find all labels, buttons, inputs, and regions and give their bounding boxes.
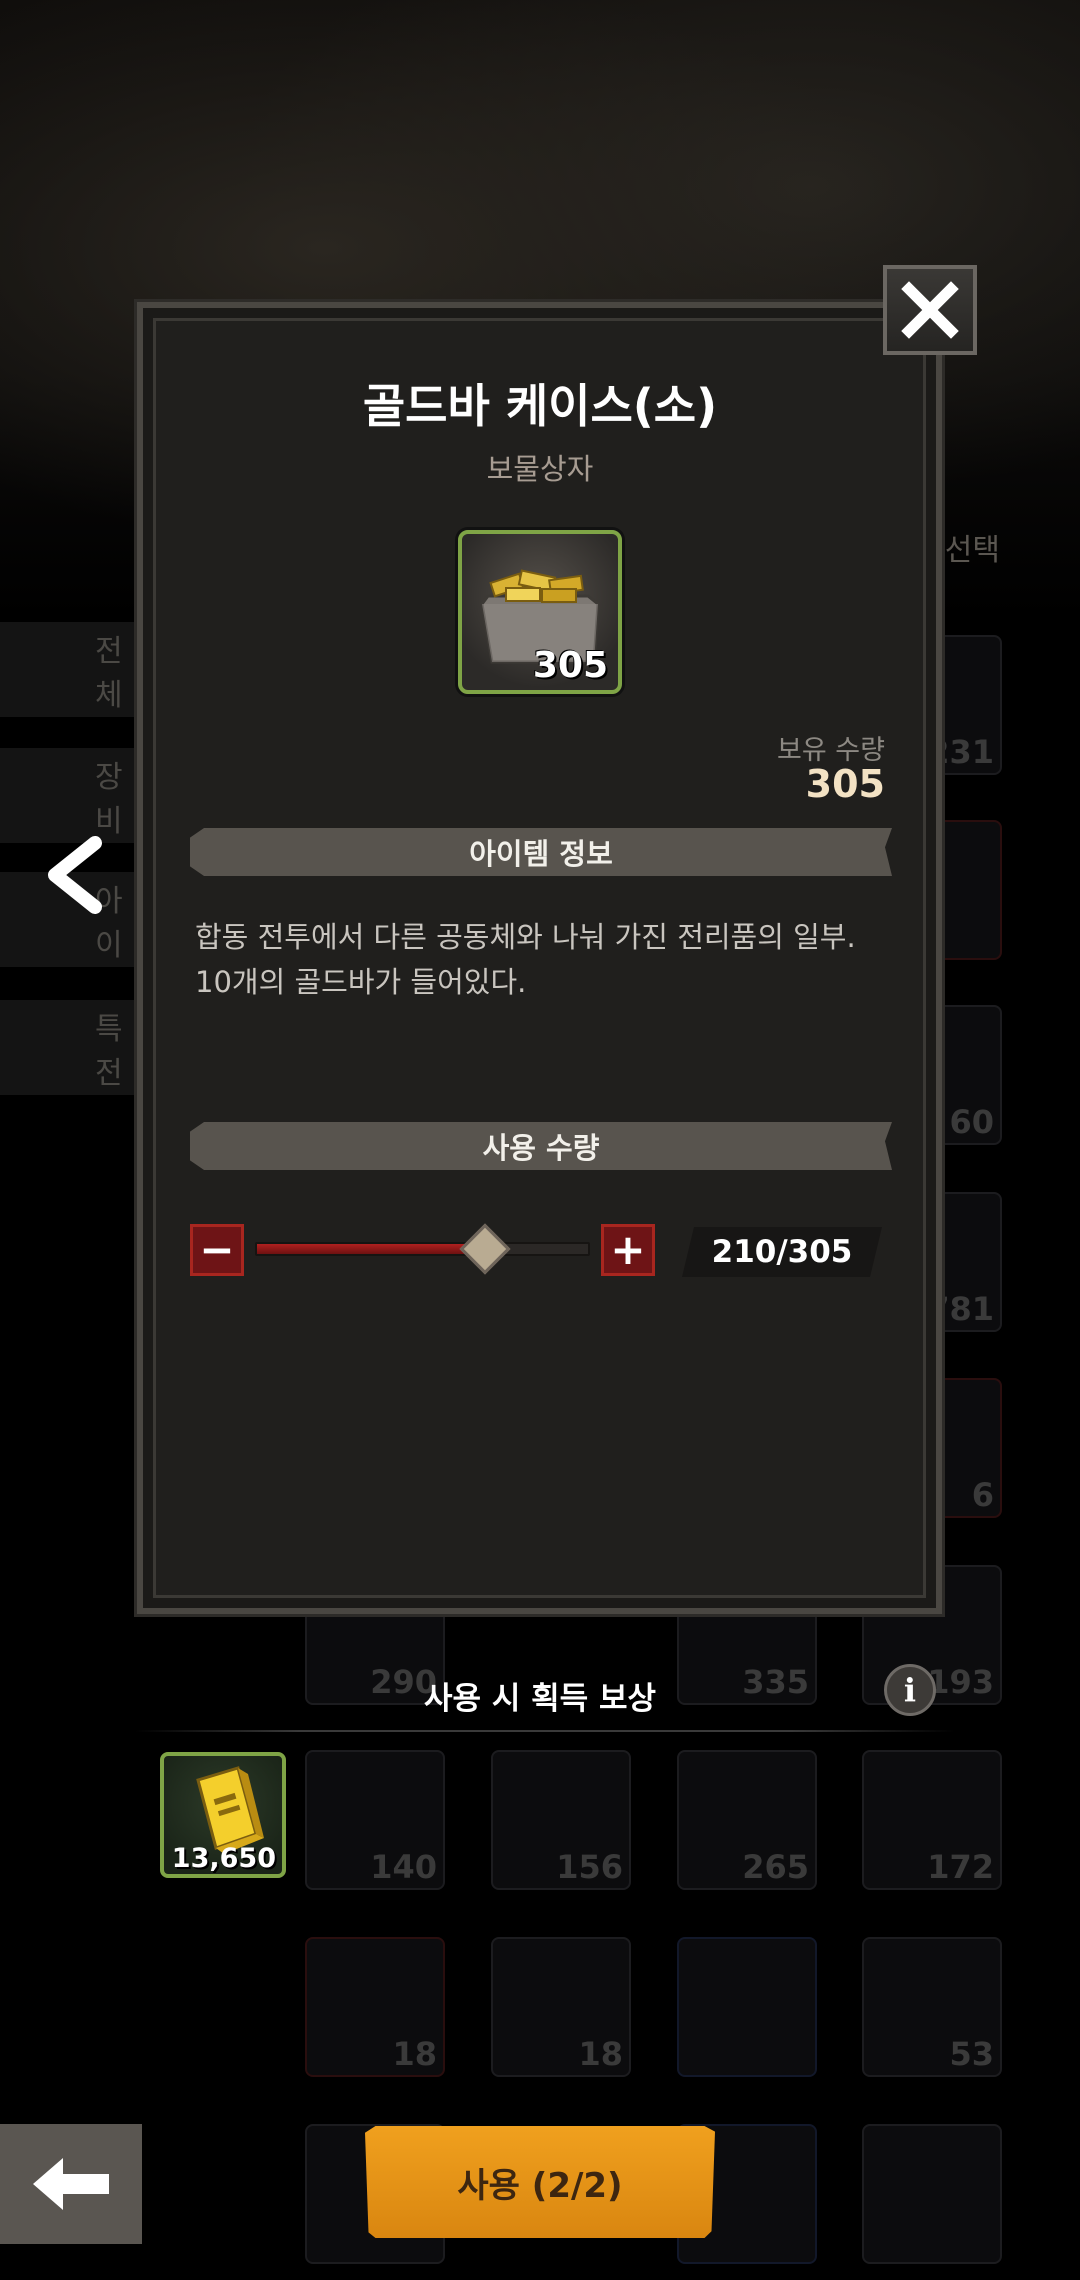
item-title: 골드바 케이스(소) — [362, 379, 718, 433]
previous-item-arrow-icon[interactable] — [40, 835, 110, 915]
close-button[interactable] — [883, 265, 977, 355]
bg-inventory-slot — [862, 2124, 1002, 2264]
bg-inventory-slot: 18 — [491, 1937, 631, 2077]
select-label: 선택 — [944, 533, 1000, 568]
item-icon-count: 305 — [532, 645, 608, 686]
bg-tab-equipment: 장비 — [0, 748, 150, 843]
owned-quantity-value: 305 — [805, 762, 885, 806]
bg-inventory-slot: 172 — [862, 1750, 1002, 1890]
bg-tab-perk: 특전 — [0, 1000, 150, 1095]
back-arrow-icon — [33, 2158, 109, 2210]
bg-inventory-slot: 140 — [305, 1750, 445, 1890]
item-description: 합동 전투에서 다른 공동체와 나눠 가진 전리품의 일부. 10개의 골드바가… — [195, 920, 856, 999]
close-icon — [901, 281, 959, 339]
back-button[interactable] — [0, 2124, 142, 2244]
gold-bar-case-icon: 305 — [458, 530, 622, 694]
reward-divider — [135, 1730, 955, 1732]
bg-inventory-slot: 265 — [677, 1750, 817, 1890]
quantity-slider-fill — [257, 1244, 488, 1254]
use-button[interactable]: 사용 (2/2) — [365, 2126, 715, 2238]
bg-inventory-slot: 156 — [491, 1750, 631, 1890]
use-quantity-header: 사용 수량 — [190, 1122, 892, 1170]
quantity-slider-track[interactable] — [255, 1242, 590, 1256]
increase-quantity-button[interactable]: + — [601, 1224, 655, 1276]
bg-tab-all: 전체 — [0, 622, 150, 717]
item-info-header: 아이템 정보 — [190, 828, 892, 876]
gold-bar-icon[interactable]: 13,650 — [160, 1752, 286, 1878]
quantity-display: 210/305 — [682, 1227, 882, 1277]
bg-inventory-slot: 53 — [862, 1937, 1002, 2077]
item-category: 보물상자 — [486, 452, 594, 486]
bg-inventory-slot — [677, 1937, 817, 2077]
reward-info-button[interactable]: i — [884, 1664, 936, 1716]
reward-count: 13,650 — [171, 1843, 276, 1874]
decrease-quantity-button[interactable]: − — [190, 1224, 244, 1276]
bg-inventory-slot: 18 — [305, 1937, 445, 2077]
